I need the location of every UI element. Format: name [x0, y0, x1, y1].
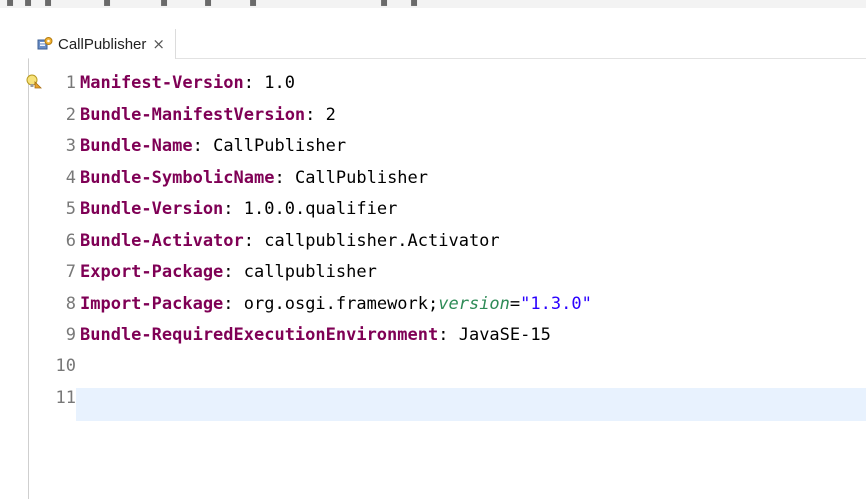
header-value: 2 — [325, 105, 336, 125]
line-number: 2 — [65, 105, 76, 125]
header-key: Bundle-SymbolicName — [80, 168, 275, 188]
equals-sign: = — [509, 294, 521, 314]
header-key: Bundle-Version — [80, 199, 224, 219]
line-number: 7 — [65, 262, 76, 282]
code-line[interactable]: Bundle-Name: CallPublisher — [80, 135, 346, 157]
toolbar-icon[interactable]: ▪ — [24, 0, 32, 8]
header-value: org.osgi.framework; — [243, 294, 439, 314]
tab-callpublisher[interactable]: CallPublisher × — [29, 29, 176, 59]
main-toolbar: ▪ ▪ ▪ ▪ ▪ ▪ ▪ ▪ ▪ — [0, 0, 866, 8]
code-line[interactable]: Export-Package: callpublisher — [80, 261, 377, 283]
code-line[interactable]: Bundle-Activator: callpublisher.Activato… — [80, 230, 500, 252]
line-number: 4 — [65, 168, 76, 188]
toolbar-icon[interactable]: ▪ — [410, 0, 418, 8]
line-number: 11 — [55, 388, 76, 408]
manifest-file-icon — [37, 36, 53, 52]
line-number: 9 — [65, 325, 76, 345]
separator: : — [438, 325, 459, 345]
toolbar-icon[interactable]: ▪ — [44, 0, 52, 8]
line-number: 10 — [55, 356, 76, 376]
header-value: 1.0.0.qualifier — [243, 199, 398, 219]
separator: : — [305, 105, 326, 125]
header-value: 1.0 — [264, 73, 295, 93]
code-line[interactable]: Bundle-RequiredExecutionEnvironment: Jav… — [80, 324, 551, 346]
code-line[interactable]: Manifest-Version: 1.0 — [80, 72, 295, 94]
attribute-name: version — [438, 294, 510, 314]
separator: : — [192, 136, 214, 156]
toolbar-icon[interactable]: ▪ — [6, 0, 14, 8]
toolbar-icon[interactable]: ▪ — [160, 0, 168, 8]
code-line[interactable]: Bundle-SymbolicName: CallPublisher — [80, 167, 428, 189]
separator: : — [223, 294, 244, 314]
header-value: CallPublisher — [294, 168, 429, 188]
separator: : — [243, 231, 265, 251]
toolbar-icon[interactable]: ▪ — [380, 0, 388, 8]
header-value: CallPublisher — [213, 136, 347, 156]
line-number: 1 — [65, 73, 76, 93]
code-line[interactable]: Import-Package: org.osgi.framework;versi… — [80, 293, 592, 315]
separator: : — [274, 168, 295, 188]
code-line[interactable]: Bundle-Version: 1.0.0.qualifier — [80, 198, 397, 220]
header-value: JavaSE-15 — [458, 325, 551, 345]
attribute-value: "1.3.0" — [520, 294, 592, 314]
code-line[interactable]: Bundle-ManifestVersion: 2 — [80, 104, 336, 126]
separator: : — [223, 262, 244, 282]
separator: : — [243, 73, 265, 93]
toolbar-icon[interactable]: ▪ — [249, 0, 257, 8]
header-key: Bundle-RequiredExecutionEnvironment — [80, 325, 439, 345]
header-key: Import-Package — [80, 294, 224, 314]
header-key: Bundle-ManifestVersion — [80, 105, 306, 125]
line-number-gutter: 1 2 3 4 5 6 7 8 9 10 11 — [28, 72, 76, 499]
line-number: 3 — [65, 136, 76, 156]
header-key: Export-Package — [80, 262, 224, 282]
separator: : — [223, 199, 244, 219]
tab-label: CallPublisher — [58, 35, 147, 53]
header-key: Manifest-Version — [80, 73, 244, 93]
header-key: Bundle-Name — [80, 136, 193, 156]
header-value: callpublisher.Activator — [264, 231, 500, 251]
header-key: Bundle-Activator — [80, 231, 244, 251]
line-number: 5 — [65, 199, 76, 219]
toolbar-icon[interactable]: ▪ — [204, 0, 212, 8]
line-number: 8 — [65, 294, 76, 314]
header-value: callpublisher — [243, 262, 377, 282]
toolbar-icon[interactable]: ▪ — [103, 0, 111, 8]
line-number: 6 — [65, 231, 76, 251]
manifest-text-editor[interactable]: Manifest-Version: 1.0 Bundle-ManifestVer… — [80, 72, 866, 499]
editor-tab-bar: CallPublisher × — [28, 29, 866, 59]
close-icon[interactable]: × — [152, 35, 165, 53]
